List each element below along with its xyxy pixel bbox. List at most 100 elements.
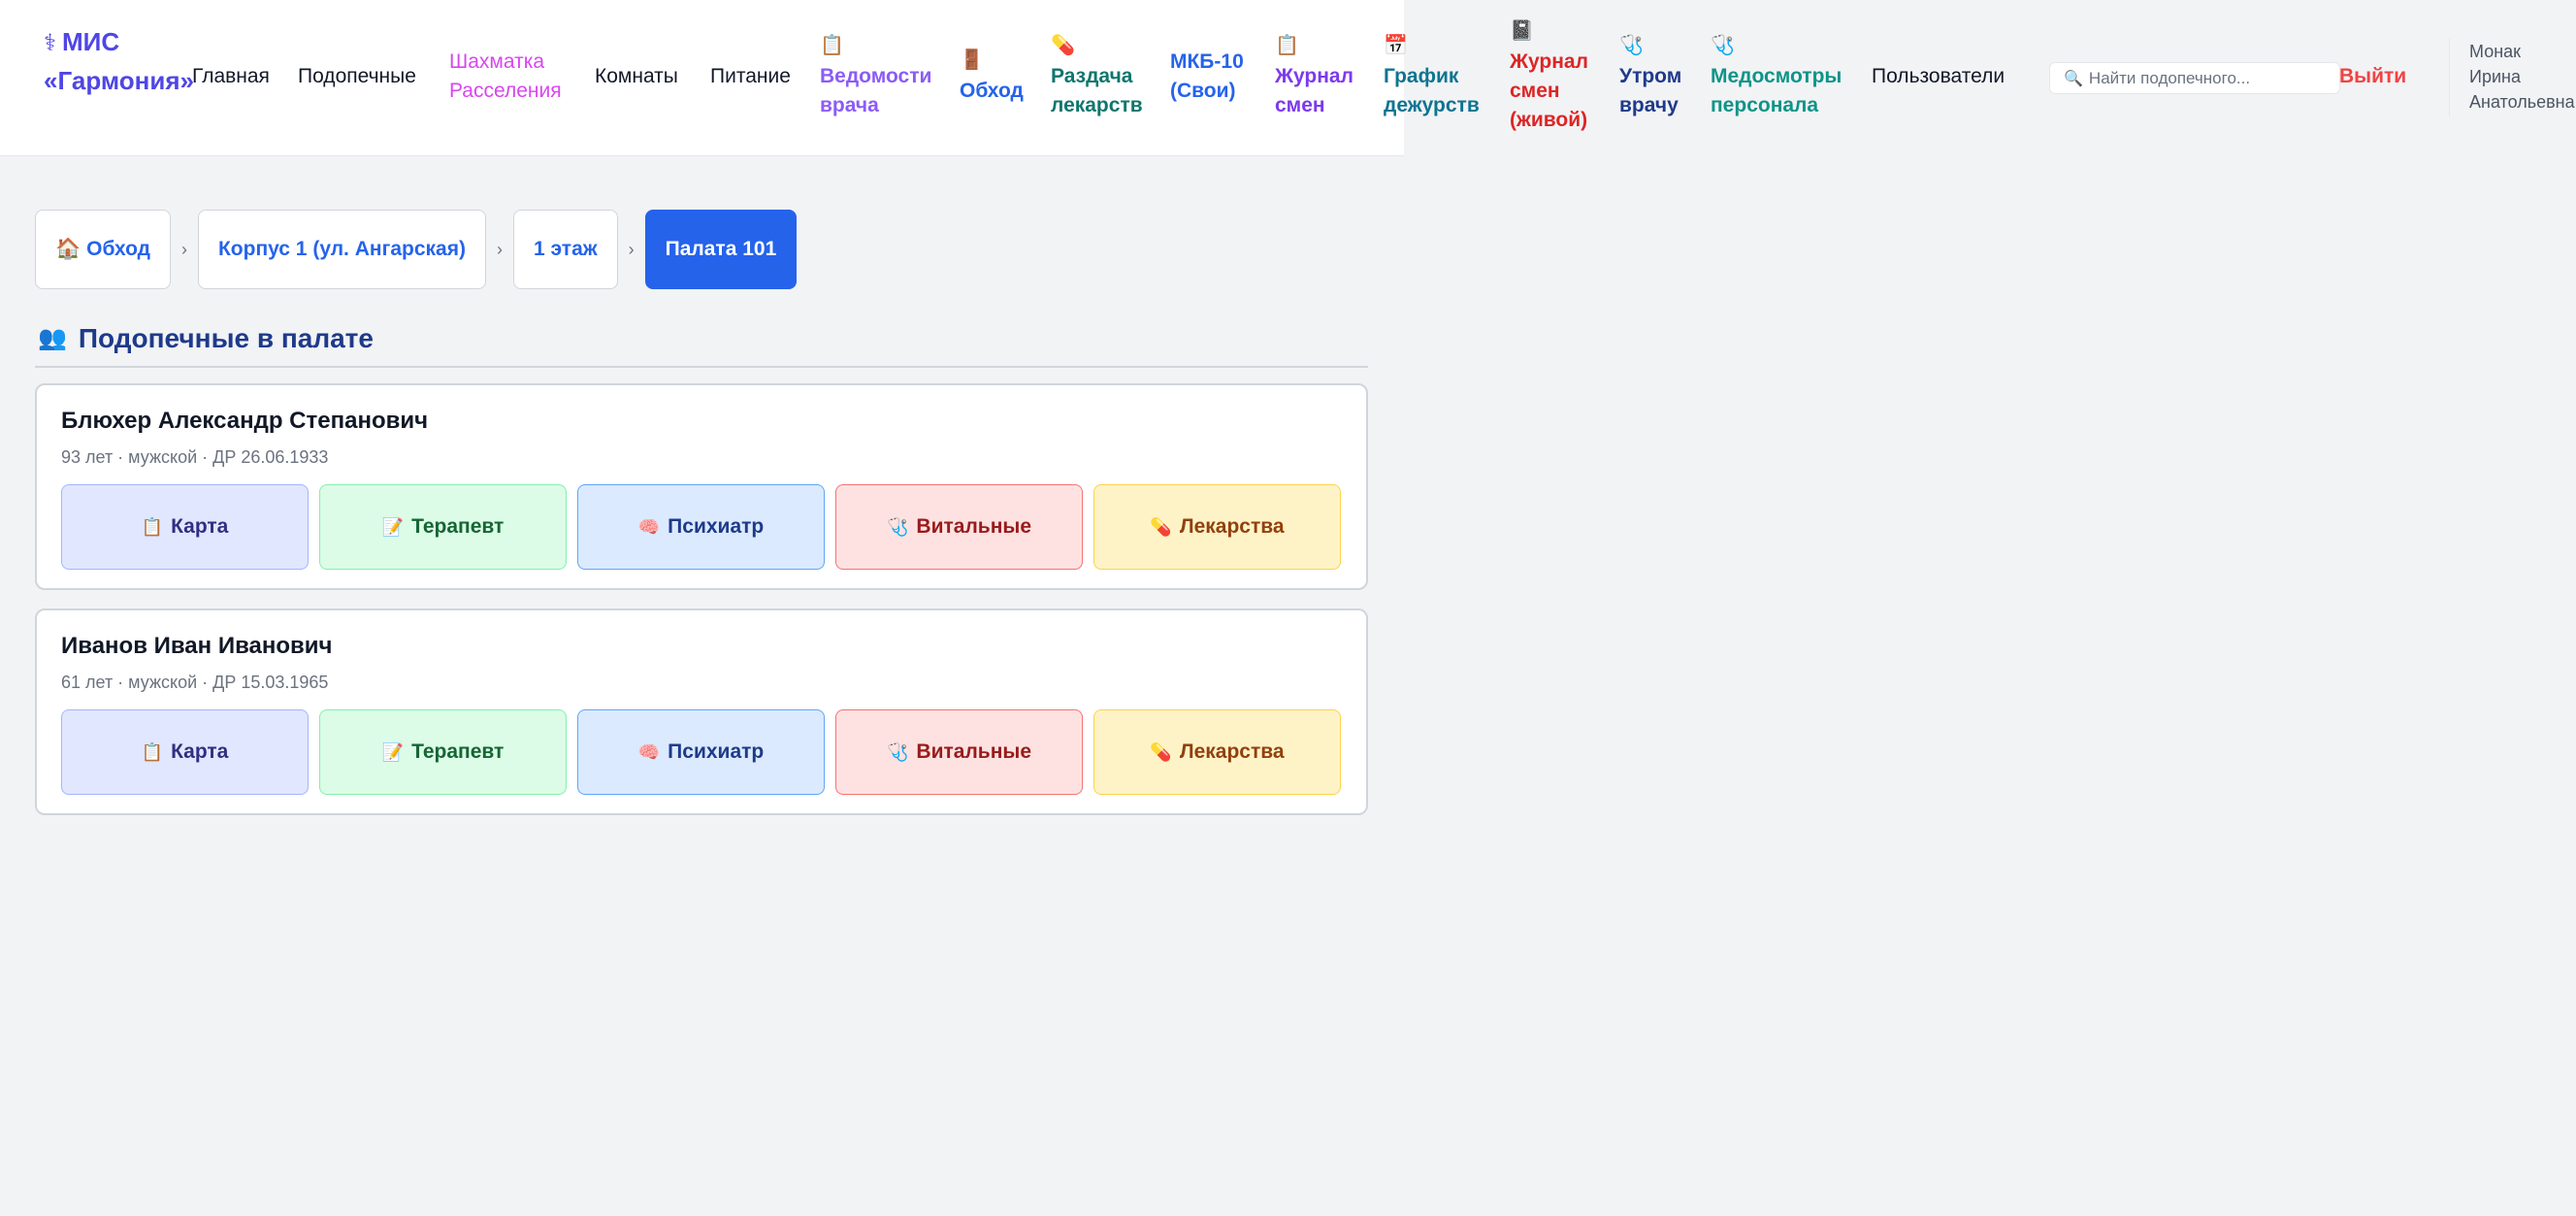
nav-wards[interactable]: Подопечные [298, 62, 416, 91]
door-icon: 🚪 [960, 49, 984, 71]
psychiatrist-button[interactable]: 🧠 Психиатр [577, 484, 825, 570]
nav-rooms-label: Комнаты [595, 65, 678, 87]
brand-title-line1: МИС [61, 27, 120, 56]
stethoscope-icon: 🩺 [886, 516, 909, 537]
nav-morning-to-doctor-label-1: Утром [1619, 65, 1682, 87]
nav-icd10-label-1: МКБ-10 [1170, 50, 1244, 73]
resident-meta: 61 лет · мужской · ДР 15.03.1965 [61, 673, 329, 692]
nav-food[interactable]: Питание [710, 62, 791, 91]
nav-staff-checkups-label-2: персонала [1711, 94, 1819, 116]
nav-shift-journal[interactable]: 📋 Журнал смен [1275, 33, 1353, 120]
breadcrumb-room-label: Палата 101 [665, 238, 777, 260]
card-button[interactable]: 📋 Карта [61, 709, 309, 795]
current-user-name: Монак Ирина Анатольевна [2469, 39, 2575, 115]
resident-actions: 📋 Карта 📝 Терапевт 🧠 Психиатр 🩺 Витальные 💊 Л… [61, 484, 1341, 570]
pill-icon: 💊 [1150, 516, 1172, 537]
nav-meds-distribution[interactable]: 💊 Раздача лекарств [1051, 33, 1143, 120]
medications-button-label: Лекарства [1179, 740, 1285, 763]
search-input[interactable] [2088, 68, 2331, 88]
memo-icon: 📝 [381, 741, 405, 762]
calendar-icon: 📅 [1384, 35, 1408, 56]
nav-rounds[interactable]: 🚪 Обход [960, 48, 1024, 106]
memo-icon: 📝 [381, 516, 405, 537]
brand-logo[interactable]: ⚕ МИС «Гармония» [44, 23, 194, 99]
nav-live-shift-journal[interactable]: 📓 Журнал смен (живой) [1510, 18, 1588, 135]
resident-actions: 📋 Карта 📝 Терапевт 🧠 Психиатр 🩺 Витальные 💊 Л… [61, 709, 1341, 795]
nav-doctor-reports[interactable]: 📋 Ведомости врача [820, 33, 931, 120]
vitals-button[interactable]: 🩺 Витальные [835, 709, 1083, 795]
nav-doctor-reports-label-2: врача [820, 94, 879, 116]
nav-live-shift-journal-label-3: (живой) [1510, 109, 1588, 131]
nav-doctor-reports-label-1: Ведомости [820, 65, 932, 87]
breadcrumb-building-label: Корпус 1 (ул. Ангарская) [217, 238, 466, 260]
nav-icd10[interactable]: МКБ-10 (Свои) [1170, 48, 1244, 106]
resident-card: Иванов Иван Иванович 61 лет · мужской · … [35, 608, 1368, 815]
breadcrumb-rounds-label: Обход [86, 238, 150, 260]
house-icon: 🏠 [55, 238, 82, 260]
nav-shift-journal-label-1: Журнал [1275, 65, 1353, 87]
nav-chess-label-1: Шахматка [449, 50, 545, 73]
nav-meds-distribution-label-1: Раздача [1051, 65, 1133, 87]
psychiatrist-button[interactable]: 🧠 Психиатр [577, 709, 825, 795]
breadcrumb-floor-label: 1 этаж [533, 238, 598, 260]
therapist-button[interactable]: 📝 Терапевт [319, 484, 567, 570]
stethoscope-icon: 🩺 [886, 741, 909, 762]
psychiatrist-button-label: Психиатр [668, 515, 765, 538]
breadcrumb-rounds[interactable]: 🏠 Обход [35, 210, 171, 289]
resident-card: Блюхер Александр Степанович 93 лет · муж… [35, 383, 1368, 590]
pill-icon: 💊 [1150, 741, 1172, 762]
clipboard-icon: 📋 [1275, 35, 1299, 56]
card-button[interactable]: 📋 Карта [61, 484, 309, 570]
user-patronymic: Анатольевна [2469, 92, 2575, 112]
stethoscope-icon: 🩺 [1619, 35, 1644, 56]
clipboard-icon: 📋 [141, 516, 164, 537]
nav-meds-distribution-label-2: лекарств [1051, 94, 1143, 116]
breadcrumb: 🏠 Обход › Корпус 1 (ул. Ангарская) › 1 э… [35, 210, 798, 289]
nav-duty-schedule-label-2: дежурств [1384, 94, 1480, 116]
resident-meta: 93 лет · мужской · ДР 26.06.1933 [61, 447, 329, 467]
top-navbar: ⚕ МИС «Гармония» Главная Подопечные Шахма… [0, 0, 2005, 156]
breadcrumb-floor[interactable]: 1 этаж [512, 210, 618, 289]
vitals-button[interactable]: 🩺 Витальные [835, 484, 1083, 570]
nav-rounds-label: Обход [960, 80, 1024, 102]
nav-morning-to-doctor[interactable]: 🩺 Утром врачу [1619, 33, 1681, 120]
brain-icon: 🧠 [637, 741, 661, 762]
nav-staff-checkups[interactable]: 🩺 Медосмотры персонала [1711, 33, 1842, 120]
user-surname: Монак [2469, 42, 2522, 61]
nav-icd10-label-2: (Свои) [1170, 80, 1236, 102]
nav-chess[interactable]: Шахматка Расселения [449, 48, 562, 106]
nav-shift-journal-label-2: смен [1275, 94, 1325, 116]
breadcrumb-room-current[interactable]: Палата 101 [644, 210, 798, 289]
brand-title-line2: «Гармония» [44, 66, 194, 95]
nav-staff-checkups-label-1: Медосмотры [1711, 65, 1842, 87]
nav-users-label: Пользователи [1872, 65, 2005, 87]
medications-button[interactable]: 💊 Лекарства [1093, 484, 1341, 570]
medical-caduceus-icon: ⚕ [44, 30, 56, 56]
therapist-button[interactable]: 📝 Терапевт [319, 709, 567, 795]
nav-wards-label: Подопечные [298, 65, 416, 87]
nav-duty-schedule[interactable]: 📅 График дежурств [1384, 33, 1480, 120]
nav-rooms[interactable]: Комнаты [595, 62, 678, 91]
people-icon: 👥 [38, 325, 67, 351]
pill-icon: 💊 [1051, 35, 1075, 56]
nav-duty-schedule-label-1: График [1384, 65, 1459, 87]
section-title: 👥 Подопечные в палате [38, 320, 374, 357]
book-icon: 📓 [1510, 20, 1534, 42]
search-box[interactable]: 🔍 [2049, 62, 2340, 94]
nav-morning-to-doctor-label-2: врачу [1619, 94, 1679, 116]
logout-link[interactable]: Выйти [2339, 62, 2406, 91]
resident-name: Иванов Иван Иванович [61, 633, 333, 659]
medications-button[interactable]: 💊 Лекарства [1093, 709, 1341, 795]
card-button-label: Карта [171, 740, 229, 763]
resident-name: Блюхер Александр Степанович [61, 408, 429, 434]
nav-home[interactable]: Главная [192, 62, 270, 91]
section-title-text: Подопечные в палате [78, 323, 374, 353]
card-button-label: Карта [171, 515, 229, 538]
therapist-button-label: Терапевт [411, 740, 505, 763]
stethoscope-icon: 🩺 [1711, 35, 1735, 56]
psychiatrist-button-label: Психиатр [668, 740, 765, 763]
nav-food-label: Питание [710, 65, 791, 87]
breadcrumb-building[interactable]: Корпус 1 (ул. Ангарская) [197, 210, 486, 289]
breadcrumb-separator: › [628, 239, 635, 259]
nav-users[interactable]: Пользователи [1872, 62, 2005, 91]
